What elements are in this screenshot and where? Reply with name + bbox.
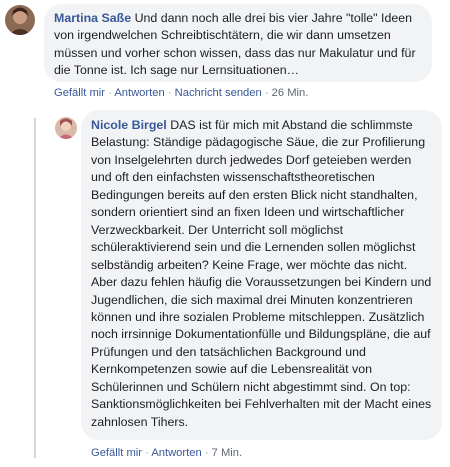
comment-actions: Gefällt mir · Antworten · 7 Min. — [91, 446, 242, 460]
timestamp[interactable]: 26 Min. — [272, 87, 309, 99]
comment-bubble: Martina Saße Und dann noch alle drei bis… — [44, 4, 432, 82]
like-link[interactable]: Gefällt mir — [91, 447, 142, 459]
comment-actions: Gefällt mir · Antworten · Nachricht send… — [54, 86, 308, 100]
reply-thread-line — [34, 118, 36, 458]
separator: · — [167, 87, 175, 99]
like-link[interactable]: Gefällt mir — [54, 87, 105, 99]
send-message-link[interactable]: Nachricht senden — [175, 87, 262, 99]
avatar[interactable] — [55, 117, 77, 139]
separator: · — [264, 87, 272, 99]
separator: · — [204, 447, 212, 459]
reply-link[interactable]: Antworten — [151, 447, 201, 459]
timestamp[interactable]: 7 Min. — [212, 447, 242, 459]
comment-author[interactable]: Nicole Birgel — [91, 118, 167, 132]
avatar[interactable] — [5, 5, 35, 35]
profile-photo-nicole — [55, 117, 77, 139]
reply-link[interactable]: Antworten — [114, 87, 164, 99]
comment-author[interactable]: Martina Saße — [54, 11, 131, 25]
profile-photo-martina — [5, 5, 35, 35]
comment-bubble: Nicole Birgel DAS ist für mich mit Absta… — [81, 110, 442, 440]
comment-text: DAS ist für mich mit Abstand die schlimm… — [91, 118, 432, 429]
